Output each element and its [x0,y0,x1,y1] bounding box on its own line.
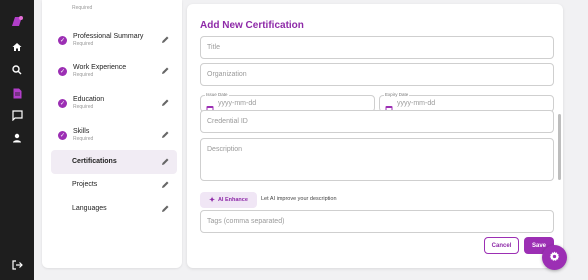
section-label: Education [73,96,105,103]
section-sub: Required [73,136,94,142]
organization-input[interactable]: Organization [200,63,554,86]
section-professional-summary[interactable]: ✓ Professional Summary Required [51,28,177,52]
chat-icon[interactable] [7,106,27,124]
check-icon: ✓ [58,98,67,108]
description-textarea[interactable]: Description [200,138,554,181]
section-label: Work Experience [73,64,127,71]
check-icon: ✓ [58,130,67,140]
cancel-button[interactable]: Cancel [484,237,519,254]
section-label: Projects [72,181,98,188]
edit-icon[interactable] [159,97,171,109]
expiry-date-label: Expiry Date [384,92,410,97]
ai-enhance-label: AI Enhance [217,197,248,203]
edit-icon[interactable] [159,65,171,77]
section-sub: Required [73,41,94,47]
title-input[interactable]: Title [200,36,554,59]
section-label: Certifications [72,158,117,165]
edit-icon[interactable] [159,34,171,46]
scrollbar[interactable] [558,114,561,180]
edit-icon[interactable] [159,179,171,191]
calendar-icon[interactable] [206,100,214,113]
certification-form-card: Add New Certification Title Organization… [187,4,563,268]
organization-placeholder: Organization [207,71,247,78]
document-icon[interactable] [7,84,27,102]
home-icon[interactable] [7,38,27,56]
ai-enhance-button[interactable]: ✦ AI Enhance [200,192,257,208]
form-title: Add New Certification [200,20,304,31]
tags-placeholder: Tags (comma separated) [207,218,285,225]
search-icon[interactable] [7,61,27,79]
check-icon: ✓ [58,66,67,76]
cut-off-sub-label: Required [72,5,93,11]
section-sub: Required [73,72,94,78]
settings-fab[interactable] [542,245,567,270]
tags-input[interactable]: Tags (comma separated) [200,210,554,233]
edit-icon[interactable] [159,129,171,141]
title-placeholder: Title [207,44,220,51]
sparkle-icon: ✦ [209,197,215,204]
logo-icon[interactable] [7,12,27,30]
section-sub: Required [73,104,94,110]
section-sidebar: Required ✓ Professional Summary Required… [42,0,182,268]
section-certifications[interactable]: Certifications [51,150,177,174]
issue-date-placeholder: yyyy-mm-dd [218,100,257,107]
logout-icon[interactable] [7,256,27,274]
nav-rail [0,0,34,280]
credential-placeholder: Credential ID [207,118,248,125]
calendar-icon[interactable] [385,100,393,113]
description-placeholder: Description [207,146,243,153]
credential-id-input[interactable]: Credential ID [200,110,554,133]
section-label: Professional Summary [73,33,144,40]
check-icon: ✓ [58,35,67,45]
section-skills[interactable]: ✓ Skills Required [51,123,177,147]
gear-icon [549,249,560,267]
section-label: Skills [73,128,90,135]
section-work-experience[interactable]: ✓ Work Experience Required [51,59,177,83]
section-education[interactable]: ✓ Education Required [51,91,177,115]
ai-hint: Let AI improve your description [261,196,337,202]
section-label: Languages [72,205,107,212]
expiry-date-placeholder: yyyy-mm-dd [397,100,436,107]
issue-date-label: Issue Date [205,92,229,97]
section-languages[interactable]: Languages [51,197,177,221]
edit-icon[interactable] [159,203,171,215]
user-icon[interactable] [7,129,27,147]
section-projects[interactable]: Projects [51,173,177,197]
edit-icon[interactable] [159,156,171,168]
